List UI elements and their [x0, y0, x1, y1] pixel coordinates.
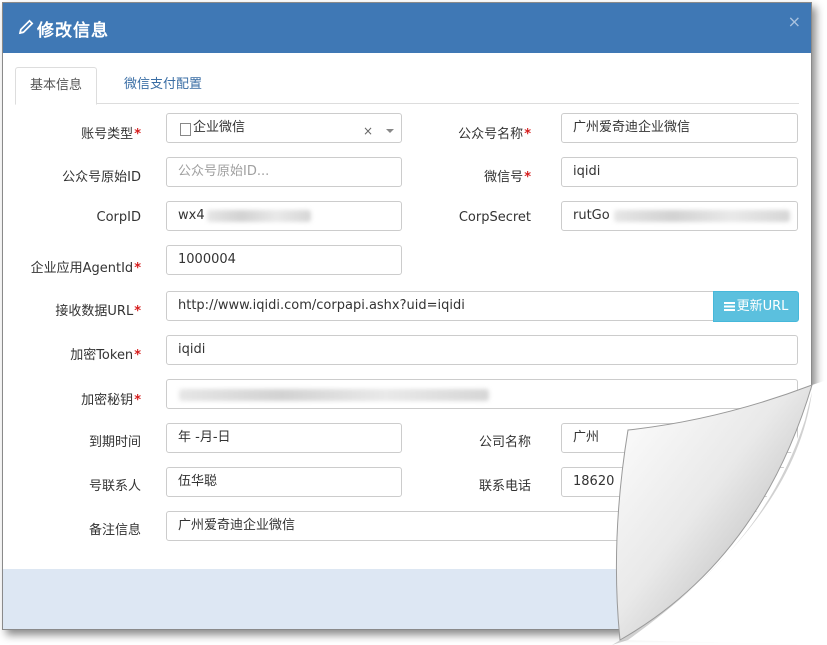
expire-date-label: 到期时间: [88, 435, 141, 450]
agent-id-label: 企业应用AgentId*: [30, 261, 141, 276]
chevron-down-icon[interactable]: [386, 129, 394, 133]
expire-date-input[interactable]: 年 -月-日: [166, 423, 402, 453]
corp-secret-label: CorpSecret: [458, 210, 531, 225]
public-name-input[interactable]: 广州爱奇迪企业微信: [561, 113, 798, 143]
dialog-footer: [3, 569, 811, 629]
wechat-id-label: 微信号*: [484, 170, 531, 185]
agent-id-input[interactable]: 1000004: [166, 245, 402, 275]
company-name-input[interactable]: 广州: [561, 423, 798, 453]
corp-id-input[interactable]: wx4: [166, 201, 402, 231]
dialog-header: 修改信息 ×: [3, 3, 811, 53]
original-id-input[interactable]: 公众号原始ID...: [166, 157, 402, 187]
tab-basic-info[interactable]: 基本信息: [15, 67, 98, 105]
token-label: 加密Token*: [70, 348, 141, 363]
tab-wechat-pay-config[interactable]: 微信支付配置: [110, 67, 216, 103]
aes-key-input[interactable]: [166, 379, 798, 409]
corp-secret-input[interactable]: rutGo: [561, 201, 798, 231]
note-input[interactable]: 广州爱奇迪企业微信: [166, 511, 798, 541]
phone-label: 联系电话: [478, 479, 531, 494]
list-icon: [723, 302, 735, 311]
contact-input[interactable]: 伍华聪: [166, 467, 402, 497]
update-url-button[interactable]: 更新URL: [713, 291, 799, 322]
pencil-icon: [18, 19, 34, 35]
dialog-title: 修改信息: [37, 21, 109, 41]
note-label: 备注信息: [88, 523, 141, 538]
account-type-label: 账号类型*: [81, 127, 141, 142]
wechat-id-input[interactable]: iqidi: [561, 157, 798, 187]
aes-key-label: 加密秘钥*: [81, 393, 141, 408]
company-name-label: 公司名称: [478, 435, 531, 450]
token-input[interactable]: iqidi: [166, 335, 798, 365]
public-name-label: 公众号名称*: [458, 127, 531, 142]
document-icon: [180, 123, 191, 136]
tab-bar: 基本信息 微信支付配置: [15, 67, 799, 105]
select-clear-icon[interactable]: ×: [363, 124, 373, 138]
contact-label: 号联系人: [88, 479, 141, 494]
edit-info-dialog: 修改信息 × 基本信息 微信支付配置 账号类型* 企业微信 × 公众号名称* 广…: [2, 2, 812, 630]
corp-id-label: CorpID: [96, 210, 141, 225]
receive-url-input[interactable]: http://www.iqidi.com/corpapi.ashx?uid=iq…: [166, 291, 714, 321]
phone-input[interactable]: 18620: [561, 467, 798, 497]
receive-url-label: 接收数据URL*: [55, 304, 141, 319]
close-icon[interactable]: ×: [788, 12, 801, 31]
original-id-label: 公众号原始ID: [62, 170, 141, 185]
